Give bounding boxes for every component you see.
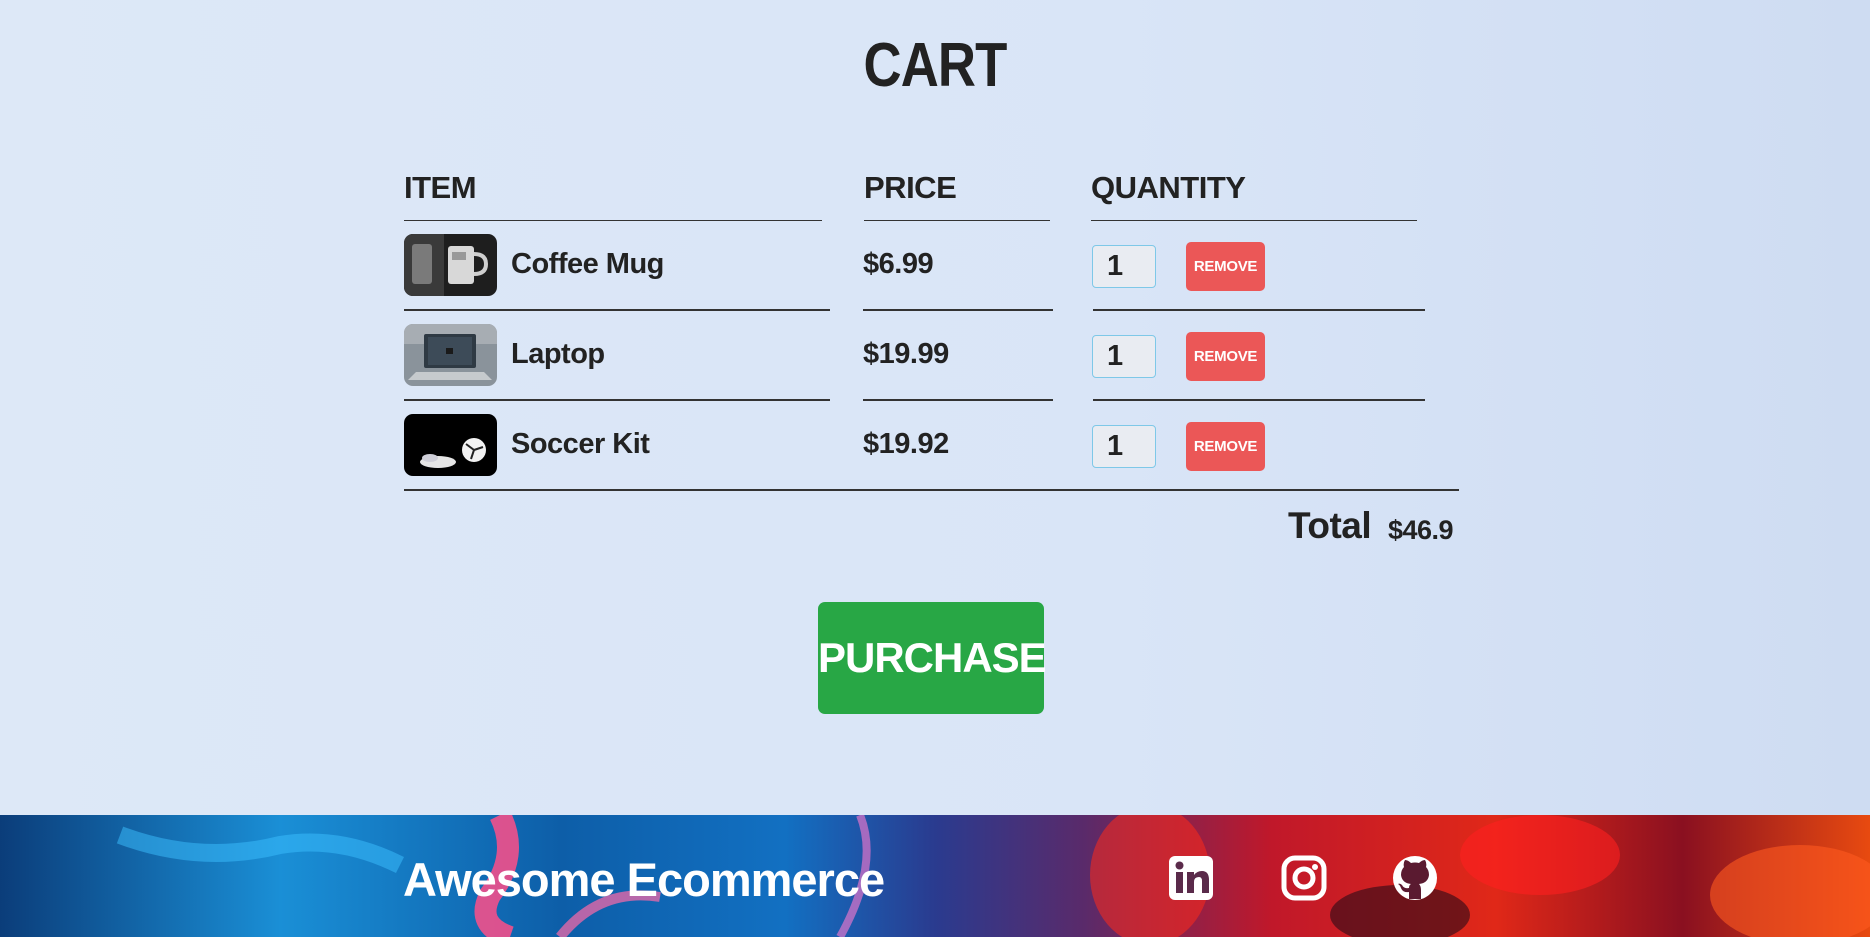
total-divider (404, 489, 1459, 491)
total-label: Total (1288, 505, 1372, 546)
quantity-input[interactable] (1092, 425, 1156, 468)
footer-brand: Awesome Ecommerce (403, 853, 885, 906)
item-name: Coffee Mug (511, 248, 664, 280)
row-divider (1093, 399, 1425, 401)
row-divider (863, 309, 1053, 311)
instagram-icon[interactable] (1281, 855, 1327, 901)
footer: Awesome Ecommerce (0, 815, 1870, 937)
row-divider (863, 399, 1053, 401)
purchase-button[interactable]: PURCHASE (818, 602, 1047, 714)
item-price: $6.99 (863, 248, 934, 280)
footer-background (0, 815, 1870, 937)
github-icon[interactable] (1392, 855, 1438, 901)
page-title: CART (863, 31, 1008, 100)
linkedin-icon[interactable] (1168, 855, 1214, 901)
item-name: Soccer Kit (511, 428, 650, 460)
column-header-item: ITEM (404, 170, 822, 221)
row-divider (404, 399, 830, 401)
item-name: Laptop (511, 338, 605, 370)
total-value: $46.9 (1388, 515, 1454, 545)
column-header-price: PRICE (864, 170, 1050, 221)
coffee-mug-image (404, 234, 497, 296)
row-divider (1093, 309, 1425, 311)
remove-button[interactable]: REMOVE (1186, 242, 1265, 291)
quantity-input[interactable] (1092, 335, 1156, 378)
quantity-input[interactable] (1092, 245, 1156, 288)
soccer-kit-image (404, 414, 497, 476)
column-header-quantity: QUANTITY (1091, 170, 1417, 221)
remove-button[interactable]: REMOVE (1186, 332, 1265, 381)
remove-button[interactable]: REMOVE (1186, 422, 1265, 471)
item-price: $19.92 (863, 428, 949, 460)
laptop-image (404, 324, 497, 386)
row-divider (404, 309, 830, 311)
item-price: $19.99 (863, 338, 949, 370)
